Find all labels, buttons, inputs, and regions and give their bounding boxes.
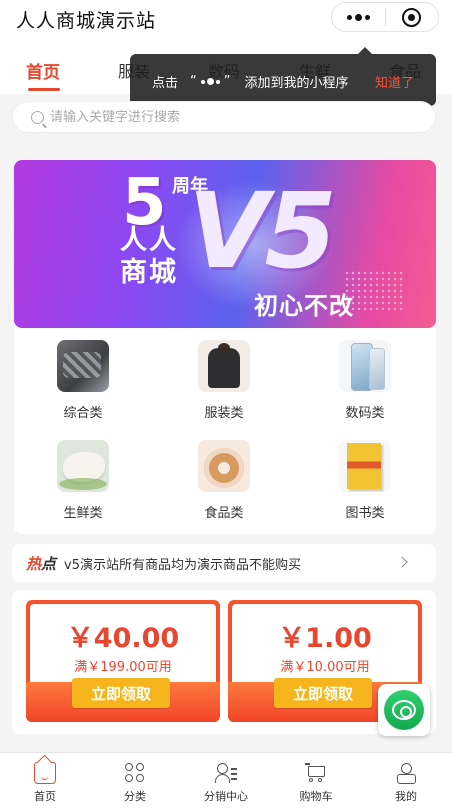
- hot-label: 热点: [26, 553, 56, 574]
- tabbar-item-category[interactable]: 分类: [90, 753, 180, 812]
- banner-line-2: 商城: [120, 257, 178, 288]
- tabbar-item-distribution[interactable]: 分销中心: [181, 753, 271, 812]
- bottom-tab-bar: 首页 分类 分销中心 购物车 我的: [0, 752, 452, 812]
- tooltip-text: 点击 “ ” 添加到我的小程序: [152, 72, 349, 91]
- coupon-card: ￥40.00 满￥199.00可用 立即领取: [26, 600, 220, 722]
- category-item-food[interactable]: 食品类: [164, 440, 284, 521]
- tabbar-label: 购物车: [299, 790, 333, 803]
- category-icon: [124, 762, 146, 784]
- notice-text: v5演示站所有商品均为演示商品不能购买: [64, 557, 301, 573]
- tooltip-text-before: 点击: [152, 76, 179, 91]
- search-icon: [31, 110, 44, 124]
- category-thumb-books: [339, 440, 391, 492]
- customer-service-button[interactable]: [378, 684, 430, 736]
- record-circle-icon[interactable]: [386, 3, 438, 31]
- claim-coupon-button[interactable]: 立即领取: [274, 678, 372, 708]
- chat-bubble-icon: [384, 690, 424, 730]
- category-label: 综合类: [63, 406, 103, 421]
- category-item-fresh[interactable]: 生鲜类: [23, 440, 143, 521]
- category-thumb-general: [57, 340, 109, 392]
- category-label: 服装类: [204, 406, 244, 421]
- tooltip-quote-open: “: [190, 74, 197, 89]
- add-to-my-miniprogram-tooltip: 点击 “ ” 添加到我的小程序 知道了: [130, 47, 436, 106]
- coupon-condition: 满￥199.00可用: [74, 660, 172, 675]
- tab-active-indicator: [28, 88, 60, 91]
- category-thumb-food: [198, 440, 250, 492]
- coupon-amount: ￥40.00: [66, 623, 180, 654]
- banner-line-1: 人人: [120, 225, 178, 256]
- home-icon: [34, 762, 56, 784]
- claim-coupon-button[interactable]: 立即领取: [72, 678, 170, 708]
- category-item-general[interactable]: 综合类: [23, 340, 143, 421]
- category-item-clothing[interactable]: 服装类: [164, 340, 284, 421]
- tabbar-item-home[interactable]: 首页: [0, 753, 90, 812]
- tooltip-dismiss-button[interactable]: 知道了: [375, 72, 414, 91]
- hot-label-red: 热: [26, 554, 42, 573]
- banner-v5-logo: V5: [188, 170, 337, 292]
- tabbar-label: 分类: [124, 790, 146, 803]
- promo-banner[interactable]: 5 周年 人人 商城 V5 初心不改: [14, 160, 436, 328]
- user-icon: [395, 762, 417, 784]
- category-item-books[interactable]: 图书类: [305, 440, 425, 521]
- coupon-amount: ￥1.00: [278, 623, 372, 654]
- tooltip-text-after: 添加到我的小程序: [244, 76, 349, 91]
- cart-icon: [305, 762, 327, 784]
- banner-slogan: 初心不改: [254, 292, 354, 320]
- coupon-section: ￥40.00 满￥199.00可用 立即领取 ￥1.00 满￥10.00可用 立…: [12, 590, 436, 734]
- mini-program-capsule: [331, 2, 439, 32]
- title-bar: 人人商城演示站: [0, 0, 452, 38]
- tooltip-quote-close: ”: [223, 74, 231, 89]
- category-thumb-clothing: [198, 340, 250, 392]
- tabbar-item-mine[interactable]: 我的: [361, 753, 451, 812]
- tooltip-arrow: [358, 47, 372, 54]
- hot-label-dark: 点: [41, 554, 57, 573]
- hot-notice-bar[interactable]: 热点 v5演示站所有商品均为演示商品不能购买: [12, 544, 436, 582]
- category-label: 数码类: [345, 406, 385, 421]
- tabbar-label: 分销中心: [204, 790, 248, 803]
- tabbar-label: 首页: [34, 790, 56, 803]
- tabbar-label: 我的: [395, 790, 417, 803]
- search-input[interactable]: [50, 109, 390, 125]
- tab-home[interactable]: 首页: [26, 58, 60, 83]
- coupon-condition: 满￥10.00可用: [280, 660, 370, 675]
- distribution-icon: [215, 762, 237, 784]
- more-dots-icon[interactable]: [332, 3, 385, 31]
- category-label: 食品类: [204, 506, 244, 521]
- chevron-right-icon: [396, 556, 408, 568]
- category-thumb-fresh: [57, 440, 109, 492]
- tabbar-item-cart[interactable]: 购物车: [271, 753, 361, 812]
- search-bar[interactable]: [12, 101, 436, 133]
- more-dots-icon: [200, 78, 220, 85]
- category-grid: 综合类 服装类 数码类 生鲜类 食品类 图书类: [14, 328, 436, 534]
- app-title: 人人商城演示站: [16, 10, 157, 32]
- category-thumb-digital: [339, 340, 391, 392]
- category-item-digital[interactable]: 数码类: [305, 340, 425, 421]
- category-label: 图书类: [345, 506, 385, 521]
- category-label: 生鲜类: [63, 506, 103, 521]
